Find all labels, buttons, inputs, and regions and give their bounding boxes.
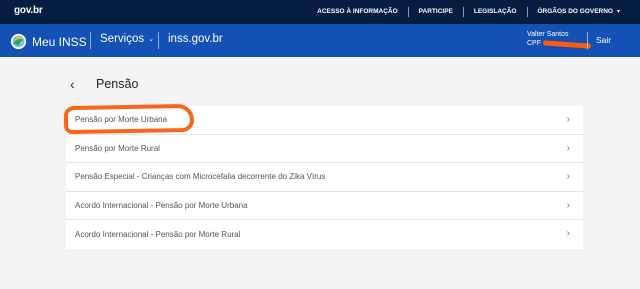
list-item[interactable]: Pensão por Morte Rural › xyxy=(66,135,583,163)
app-name: Meu INSS xyxy=(32,34,87,49)
meu-inss-logo-icon xyxy=(10,33,27,50)
user-info[interactable]: Valter Santos CPF xyxy=(527,30,592,49)
app-header: Meu INSS Serviços ⌄ inss.gov.br Valter S… xyxy=(0,24,640,57)
inss-domain-link[interactable]: inss.gov.br xyxy=(168,33,223,45)
header-divider xyxy=(90,32,91,49)
logout-button[interactable]: Sair xyxy=(596,35,611,45)
list-item-label: Pensão Especial - Crianças com Microcefa… xyxy=(75,172,326,182)
link-orgaos-governo[interactable]: ÓRGÃOS DO GOVERNO ▾ xyxy=(526,7,631,17)
chevron-down-icon: ⌄ xyxy=(148,36,154,43)
cpf-redaction-mark xyxy=(542,39,592,49)
gov-top-links: ACESSO À INFORMAÇÃO PARTICIPE LEGISLAÇÃO… xyxy=(307,0,630,24)
back-arrow-icon[interactable]: ‹ xyxy=(70,76,96,92)
chevron-right-icon: › xyxy=(566,142,570,154)
chevron-right-icon: › xyxy=(566,171,570,182)
highlight-annotation xyxy=(63,103,195,135)
header-divider xyxy=(587,32,588,49)
list-item-label: Acordo Internacional - Pensão por Morte … xyxy=(75,200,248,210)
header-divider xyxy=(158,32,159,49)
user-cpf: CPF xyxy=(527,39,592,49)
page-header: ‹ Pensão xyxy=(70,76,138,92)
user-name: Valter Santos xyxy=(527,31,569,38)
list-item-label: Pensão por Morte Rural xyxy=(75,143,160,153)
page-title: Pensão xyxy=(96,77,139,91)
govbr-logo[interactable]: gov.br xyxy=(14,5,43,16)
list-item[interactable]: Acordo Internacional - Pensão por Morte … xyxy=(66,192,583,220)
link-legislacao[interactable]: LEGISLAÇÃO xyxy=(462,7,527,17)
chevron-right-icon: › xyxy=(566,199,570,211)
meu-inss-brand[interactable]: Meu INSS xyxy=(10,33,87,50)
chevron-right-icon: › xyxy=(566,114,570,125)
list-item[interactable]: Acordo Internacional - Pensão por Morte … xyxy=(66,220,583,249)
gov-top-bar: gov.br ACESSO À INFORMAÇÃO PARTICIPE LEG… xyxy=(0,0,640,24)
list-item-label: Acordo Internacional - Pensão por Morte … xyxy=(75,229,241,239)
chevron-down-icon: ▾ xyxy=(616,9,620,15)
link-acesso-informacao[interactable]: ACESSO À INFORMAÇÃO xyxy=(307,7,408,17)
services-menu[interactable]: Serviços ⌄ xyxy=(100,33,154,45)
chevron-right-icon: › xyxy=(566,228,570,239)
list-item[interactable]: Pensão Especial - Crianças com Microcefa… xyxy=(66,163,583,192)
link-participe[interactable]: PARTICIPE xyxy=(407,7,463,17)
